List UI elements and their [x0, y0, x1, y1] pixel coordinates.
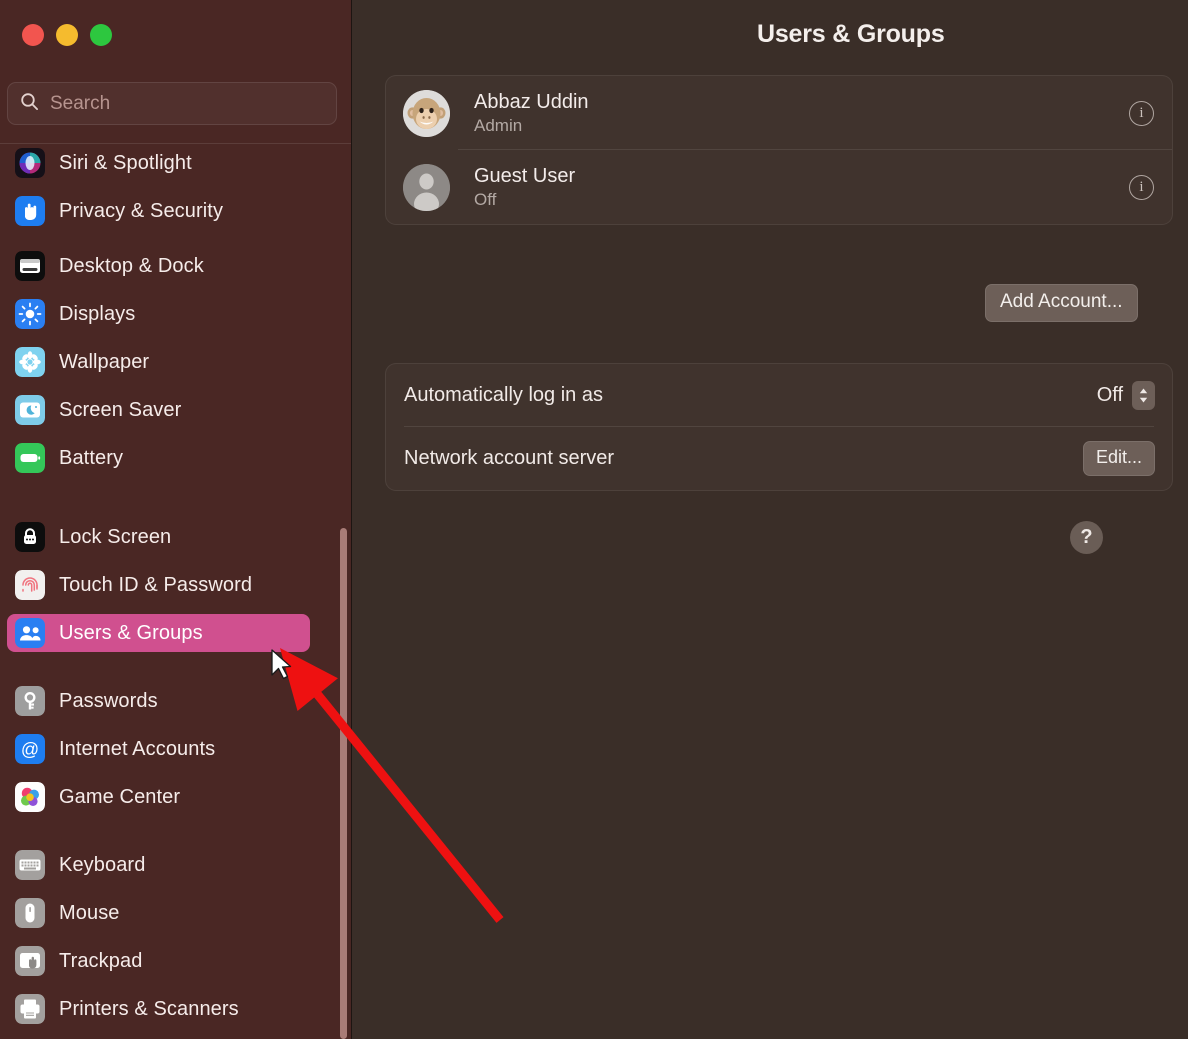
help-button[interactable]: ?: [1070, 521, 1103, 554]
display-icon: [15, 299, 45, 329]
sidebar-item-label: Printers & Scanners: [59, 998, 239, 1021]
user-name: Abbaz Uddin: [474, 91, 589, 114]
sidebar-item-touch-id-and-password[interactable]: Touch ID & Password: [7, 566, 310, 604]
close-button[interactable]: [22, 24, 44, 46]
wallpaper-icon: [15, 347, 45, 377]
game-center-icon: [15, 782, 45, 812]
sidebar-item-label: Internet Accounts: [59, 738, 215, 761]
sidebar-item-label: Trackpad: [59, 950, 142, 973]
sidebar-item-desktop-and-dock[interactable]: Desktop & Dock: [7, 247, 310, 285]
sidebar-item-label: Privacy & Security: [59, 200, 223, 223]
main-content: Users & Groups: [352, 0, 1188, 1039]
window-controls: [22, 24, 112, 46]
auto-login-popup-stepper[interactable]: [1132, 381, 1155, 410]
auto-login-value: Off: [1097, 384, 1123, 407]
info-button[interactable]: i: [1129, 175, 1154, 200]
sidebar-item-label: Displays: [59, 303, 135, 326]
sidebar-item-printers-and-scanners[interactable]: Printers & Scanners: [7, 990, 310, 1028]
sidebar-item-screen-saver[interactable]: Screen Saver: [7, 391, 310, 429]
network-account-server-row: Network account server Edit...: [386, 427, 1172, 490]
sidebar-item-label: Wallpaper: [59, 351, 149, 374]
keyboard-icon: [15, 850, 45, 880]
add-account-button[interactable]: Add Account...: [985, 284, 1138, 322]
sidebar-item-label: Mouse: [59, 902, 120, 925]
svg-text:@: @: [21, 740, 39, 760]
sidebar: Siri & Spotlight Privacy & Security Desk…: [0, 0, 352, 1039]
users-icon: [15, 618, 45, 648]
trackpad-icon: [15, 946, 45, 976]
table-row[interactable]: Abbaz Uddin Admin i: [386, 76, 1172, 150]
sidebar-item-internet-accounts[interactable]: @ Internet Accounts: [7, 730, 310, 768]
sidebar-item-users-and-groups[interactable]: Users & Groups: [7, 614, 310, 652]
printer-icon: [15, 994, 45, 1024]
sidebar-item-label: Desktop & Dock: [59, 255, 204, 278]
user-role: Admin: [474, 116, 589, 136]
sidebar-item-mouse[interactable]: Mouse: [7, 894, 310, 932]
hand-icon: [15, 196, 45, 226]
network-server-label: Network account server: [404, 447, 614, 470]
at-sign-icon: @: [15, 734, 45, 764]
users-list-card: Abbaz Uddin Admin i Guest User Off: [385, 75, 1173, 225]
auto-login-label: Automatically log in as: [404, 384, 603, 407]
sidebar-item-privacy-and-security[interactable]: Privacy & Security: [7, 192, 310, 230]
fingerprint-icon: [15, 570, 45, 600]
sidebar-item-label: Battery: [59, 447, 123, 470]
sidebar-item-wallpaper[interactable]: Wallpaper: [7, 343, 310, 381]
sidebar-item-game-center[interactable]: Game Center: [7, 778, 310, 816]
search-container: [7, 82, 337, 125]
minimize-button[interactable]: [56, 24, 78, 46]
sidebar-item-passwords[interactable]: Passwords: [7, 682, 310, 720]
sidebar-item-label: Keyboard: [59, 854, 145, 877]
search-input[interactable]: [50, 93, 324, 115]
info-button[interactable]: i: [1129, 101, 1154, 126]
sidebar-scrollbar-track[interactable]: [340, 528, 347, 1039]
auto-login-row: Automatically log in as Off: [386, 364, 1172, 427]
user-name: Guest User: [474, 165, 575, 188]
sidebar-item-label: Screen Saver: [59, 399, 181, 422]
table-row[interactable]: Guest User Off i: [386, 150, 1172, 224]
page-title: Users & Groups: [757, 20, 945, 49]
login-settings-card: Automatically log in as Off Network acco…: [385, 363, 1173, 491]
siri-icon: [15, 148, 45, 178]
sidebar-item-trackpad[interactable]: Trackpad: [7, 942, 310, 980]
sidebar-item-label: Passwords: [59, 690, 158, 713]
sidebar-item-label: Siri & Spotlight: [59, 152, 192, 175]
sidebar-item-keyboard[interactable]: Keyboard: [7, 846, 310, 884]
sidebar-item-label: Game Center: [59, 786, 180, 809]
sidebar-item-label: Lock Screen: [59, 526, 171, 549]
moon-icon: [15, 395, 45, 425]
dock-icon: [15, 251, 45, 281]
sidebar-item-label: Users & Groups: [59, 622, 203, 645]
guest-person-avatar: [403, 164, 450, 211]
sidebar-scrollbar[interactable]: [340, 528, 347, 1039]
search-icon: [20, 92, 39, 116]
lock-icon: [15, 522, 45, 552]
sidebar-item-label: Touch ID & Password: [59, 574, 252, 597]
user-role: Off: [474, 190, 575, 210]
monkey-memoji-avatar: [403, 90, 450, 137]
sidebar-item-lock-screen[interactable]: Lock Screen: [7, 518, 310, 556]
battery-icon: [15, 443, 45, 473]
maximize-button[interactable]: [90, 24, 112, 46]
sidebar-item-displays[interactable]: Displays: [7, 295, 310, 333]
sidebar-item-battery[interactable]: Battery: [7, 439, 310, 477]
sidebar-item-siri-and-spotlight[interactable]: Siri & Spotlight: [7, 144, 310, 182]
search-box[interactable]: [7, 82, 337, 125]
key-icon: [15, 686, 45, 716]
mouse-icon: [15, 898, 45, 928]
edit-button[interactable]: Edit...: [1083, 441, 1155, 476]
